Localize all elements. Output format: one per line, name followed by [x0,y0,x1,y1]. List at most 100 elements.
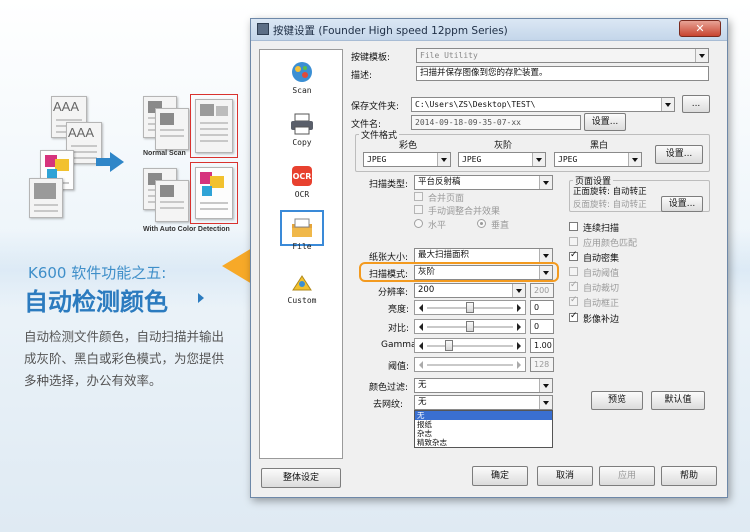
app-icon [257,23,269,35]
resolution-max-field: 200 [530,283,554,298]
nav-item-file[interactable]: File [260,210,344,262]
format-color-combo[interactable]: JPEG [363,152,451,167]
contrast-thumb[interactable] [466,321,474,332]
descreen-label: 去网纹: [373,400,404,410]
ok-button[interactable]: 确定 [472,466,528,486]
threshold-slider[interactable] [414,357,526,372]
cancel-button[interactable]: 取消 [537,466,593,486]
descreen-combo[interactable]: 无 [414,395,553,410]
horizontal-label: 水平 [428,221,447,231]
scan-mode-combo[interactable]: 灰阶 [414,265,553,280]
ocr-icon: OCR [292,166,312,186]
browse-button[interactable]: ... [682,95,710,113]
template-value: File Utility [420,51,478,60]
dialog-title: 按键设置 (Founder High speed 12ppm Series) [273,25,508,37]
scan-type-combo[interactable]: 平台反射稿 [414,175,553,190]
apply-button[interactable]: 应用 [599,466,655,486]
arrow-right-icon[interactable] [515,341,523,350]
brightness-slider[interactable] [414,300,526,315]
format-color-value: JPEG [367,155,387,164]
auto-deskew-label: 自动框正 [583,299,620,309]
format-bw-combo[interactable]: JPEG [554,152,642,167]
back-rotate-label: 反面旋转: 自动转正 [573,200,647,210]
descreen-dropdown-list: 无 报纸 杂志 精致杂志 [414,410,553,448]
nav-item-ocr[interactable]: OCR OCR [260,160,344,210]
filename-field[interactable]: 2014-09-18-09-35-07-xx [411,115,581,130]
color-match-checkbox[interactable] [569,237,578,246]
flow-arrow [96,158,110,166]
descreen-option[interactable]: 无 [415,411,552,420]
manual-merge-checkbox[interactable] [414,205,423,214]
resolution-label: 分辨率: [378,288,409,298]
descreen-option[interactable]: 精致杂志 [415,438,552,447]
nav-item-custom[interactable]: Custom [260,266,344,316]
global-settings-button[interactable]: 整体设定 [261,468,341,488]
threshold-field[interactable]: 128 [530,357,554,372]
nav-label: Scan [292,86,312,95]
auto-crop-label: 自动裁切 [583,284,620,294]
nav-item-scan[interactable]: Scan [260,56,344,106]
resolution-combo[interactable]: 200 [414,283,526,298]
auto-detect-color-doc [195,167,233,219]
arrow-right-icon[interactable] [515,303,523,312]
scan-type-value: 平台反射稿 [418,177,461,187]
paper-size-value: 最大扫描面积 [418,250,470,260]
default-button[interactable]: 默认值 [651,391,705,410]
arrow-left-icon[interactable] [417,303,425,312]
save-folder-combo[interactable]: C:\Users\ZS\Desktop\TEST\ [411,97,675,112]
arrow-right-icon[interactable] [515,322,523,331]
template-combo[interactable]: File Utility [416,48,709,63]
descreen-option[interactable]: 报纸 [415,420,552,429]
filename-settings-button[interactable]: 设置... [584,113,626,131]
gamma-field[interactable]: 1.00 [530,338,554,353]
doc-text: AAA [68,125,95,140]
descreen-option[interactable]: 杂志 [415,429,552,438]
auto-density-checkbox[interactable] [569,250,578,261]
contrast-field[interactable]: 0 [530,319,554,334]
front-rotate-label: 正面旋转: 自动转正 [573,187,647,197]
arrow-left-icon[interactable] [417,341,425,350]
arrow-right-icon[interactable] [515,360,523,369]
auto-detect-label: With Auto Color Detection [143,226,230,233]
arrow-left-icon[interactable] [417,322,425,331]
nav-label: OCR [294,190,310,199]
format-gray-combo[interactable]: JPEG [458,152,546,167]
auto-deskew-checkbox[interactable] [569,295,578,306]
brightness-thumb[interactable] [466,302,474,313]
doc-text: AAA [53,99,80,114]
desc-field[interactable]: 扫描并保存图像到您的存贮装置。 [416,66,709,81]
custom-icon [292,275,312,291]
save-folder-label: 保存文件夹: [351,102,400,112]
gamma-thumb[interactable] [444,340,453,351]
scan-icon [292,62,312,82]
paper-size-combo[interactable]: 最大扫描面积 [414,248,553,263]
auto-crop-checkbox[interactable] [569,280,578,291]
continuous-scan-checkbox[interactable] [569,222,578,231]
feature-number: K600 软件功能之五: [28,264,167,282]
color-filter-combo[interactable]: 无 [414,378,553,393]
auto-doc-2 [155,180,189,222]
merge-pages-checkbox[interactable] [414,192,423,201]
threshold-label: 阈值: [388,362,410,372]
contrast-slider[interactable] [414,319,526,334]
horizontal-radio[interactable] [414,219,423,228]
vertical-radio[interactable] [477,219,486,228]
arrow-left-icon[interactable] [417,360,425,369]
page-settings-button[interactable]: 设置... [661,196,703,212]
save-folder-value: C:\Users\ZS\Desktop\TEST\ [415,100,536,109]
preview-button[interactable]: 预览 [591,391,643,410]
nav-label: Custom [287,296,317,305]
format-settings-button[interactable]: 设置... [655,145,703,164]
gamma-slider[interactable] [414,338,526,353]
title-bar[interactable]: 按键设置 (Founder High speed 12ppm Series) ✕ [251,19,727,41]
nav-item-copy[interactable]: Copy [260,108,344,158]
normal-scan-doc-2 [155,108,189,150]
close-button[interactable]: ✕ [679,20,721,37]
brightness-field[interactable]: 0 [530,300,554,315]
image-fill-checkbox[interactable] [569,311,578,322]
auto-threshold-checkbox[interactable] [569,267,578,276]
continuous-scan-label: 连续扫描 [583,224,620,234]
help-button[interactable]: 帮助 [661,466,717,486]
scan-mode-label: 扫描模式: [369,270,409,280]
play-triangle-icon [198,293,204,303]
